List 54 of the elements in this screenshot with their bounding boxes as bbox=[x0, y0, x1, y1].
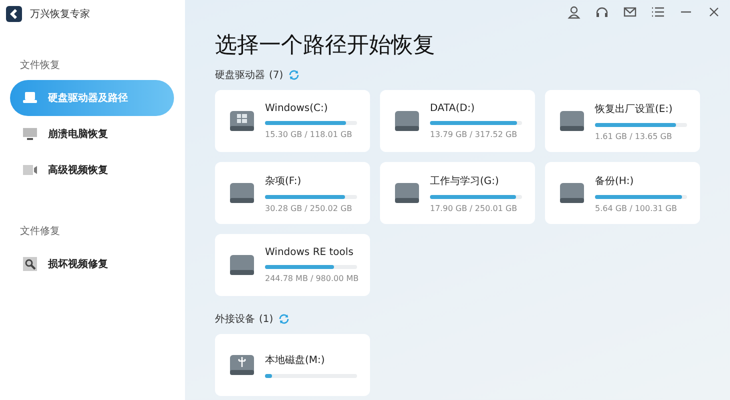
drive-card[interactable]: 本地磁盘(M:) bbox=[215, 334, 370, 396]
drive-capacity: 5.64 GB / 100.31 GB bbox=[595, 204, 678, 212]
drive-card[interactable]: Windows(C:) 15.30 GB / 118.01 GB bbox=[215, 90, 370, 152]
mail-icon bbox=[623, 5, 637, 19]
drive-name: 恢复出厂设置(E:) bbox=[595, 102, 674, 116]
menu-icon bbox=[651, 5, 665, 19]
usb-drive-icon bbox=[229, 353, 255, 377]
sidebar-item[interactable]: 崩溃电脑恢复 bbox=[10, 116, 174, 152]
logo-icon bbox=[6, 6, 22, 22]
drive-icon bbox=[394, 181, 420, 205]
headset-icon bbox=[595, 5, 609, 19]
drive-name: 工作与学习(G:) bbox=[430, 174, 500, 188]
drive-capacity: 13.79 GB / 317.52 GB bbox=[430, 130, 518, 139]
drive-card[interactable]: 杂项(F:) 30.28 GB / 250.02 GB bbox=[215, 162, 370, 224]
drive-card[interactable]: 恢复出厂设置(E:) 1.61 GB / 13.65 GB bbox=[545, 90, 700, 152]
section-heading: 文件恢复 bbox=[20, 58, 61, 72]
video-icon bbox=[22, 162, 38, 178]
page-title: 选择一个路径开始恢复 bbox=[215, 32, 436, 60]
drive-capacity: 15.30 GB / 118.01 GB bbox=[265, 130, 354, 139]
drive-name: DATA(D:) bbox=[430, 103, 476, 114]
magnifier-icon bbox=[22, 256, 38, 272]
drive-count: (7) bbox=[269, 70, 284, 80]
close-icon bbox=[707, 5, 721, 19]
drive-icon bbox=[229, 253, 255, 277]
drive-name: Windows RE tools bbox=[265, 247, 354, 258]
drive-icon bbox=[229, 181, 255, 205]
drive-capacity: 17.90 GB / 250.01 GB bbox=[430, 204, 518, 212]
group-label: 外接设备 bbox=[215, 312, 255, 326]
drive-name: 本地磁盘(M:) bbox=[265, 354, 326, 366]
user-icon bbox=[567, 5, 581, 19]
drive-capacity: 1.61 GB / 13.65 GB bbox=[595, 132, 673, 140]
drive-card[interactable]: 备份(H:) 5.64 GB / 100.31 GB bbox=[545, 162, 700, 224]
sidebar-item[interactable]: 高级视频恢复 bbox=[10, 152, 174, 188]
drive-icon bbox=[22, 90, 38, 106]
refresh-icon bbox=[288, 69, 300, 81]
drive-card[interactable]: Windows RE tools 244.78 MB / 980.00 MB bbox=[215, 234, 370, 296]
drive-name: 备份(H:) bbox=[595, 174, 635, 188]
drive-icon bbox=[559, 109, 585, 133]
group-label: 硬盘驱动器 bbox=[215, 69, 265, 82]
sidebar-item[interactable]: 损坏视频修复 bbox=[10, 246, 174, 282]
app-title: 万兴恢复专家 bbox=[30, 8, 90, 21]
drive-card[interactable]: DATA(D:) 13.79 GB / 317.52 GB bbox=[380, 90, 535, 152]
drive-card[interactable]: 工作与学习(G:) 17.90 GB / 250.01 GB bbox=[380, 162, 535, 224]
drive-count: (1) bbox=[259, 314, 274, 324]
section-heading: 文件修复 bbox=[20, 224, 61, 238]
drive-capacity: 30.28 GB / 250.02 GB bbox=[265, 204, 354, 212]
drive-capacity: 244.78 MB / 980.00 MB bbox=[265, 274, 360, 283]
drive-name: 杂项(F:) bbox=[265, 174, 302, 188]
refresh-icon bbox=[278, 313, 290, 325]
drive-icon bbox=[394, 109, 420, 133]
drive-icon bbox=[559, 181, 585, 205]
drive-name: Windows(C:) bbox=[265, 103, 329, 114]
monitor-icon bbox=[22, 126, 38, 142]
windows-drive-icon bbox=[229, 109, 255, 133]
